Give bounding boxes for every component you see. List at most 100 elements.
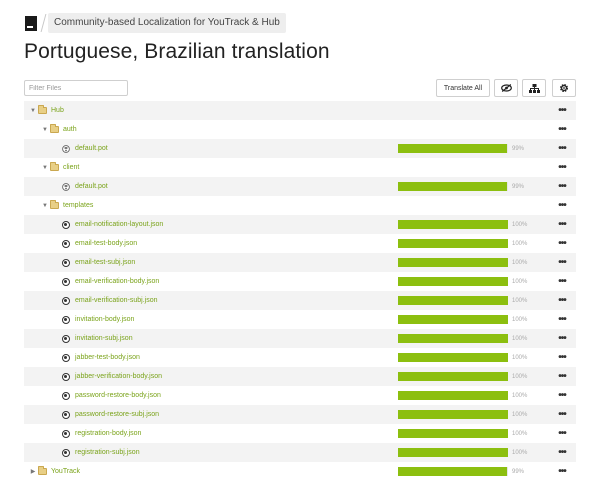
- folder-name[interactable]: auth: [63, 126, 77, 133]
- page-title: Portuguese, Brazilian translation: [24, 40, 330, 63]
- translation-progress-bar: [398, 467, 508, 476]
- progress-bar-fill: [398, 391, 508, 400]
- progress-bar-fill: [398, 372, 508, 381]
- progress-percent: 100%: [512, 449, 528, 456]
- tree-file-row[interactable]: default.pot 99% •••: [24, 139, 576, 158]
- file-name-link[interactable]: email-test-subj.json: [75, 259, 135, 266]
- progress-bar-fill: [398, 296, 508, 305]
- more-actions-button[interactable]: •••: [556, 200, 568, 211]
- file-name-link[interactable]: password-restore-body.json: [75, 392, 161, 399]
- tree-file-row[interactable]: registration-body.json 100% •••: [24, 424, 576, 443]
- translation-progress-bar: [398, 315, 508, 324]
- tree-file-row[interactable]: jabber-verification-body.json 100% •••: [24, 367, 576, 386]
- tree-folder-row[interactable]: ▼ Hub •••: [24, 101, 576, 120]
- filter-files-input[interactable]: [24, 80, 128, 96]
- breadcrumb-project-link[interactable]: Community-based Localization for YouTrac…: [48, 13, 286, 33]
- translation-progress-bar: [398, 391, 508, 400]
- tree-file-row[interactable]: invitation-body.json 100% •••: [24, 310, 576, 329]
- collapse-arrow-icon[interactable]: ▼: [41, 164, 49, 172]
- settings-button[interactable]: [552, 79, 576, 97]
- collapse-arrow-icon[interactable]: ▼: [41, 202, 49, 210]
- tree-folder-row[interactable]: ▼ auth •••: [24, 120, 576, 139]
- tree-folder-row[interactable]: ▶ YouTrack 99% •••: [24, 462, 576, 481]
- collapse-arrow-icon[interactable]: ▼: [29, 107, 37, 115]
- more-actions-button[interactable]: •••: [556, 238, 568, 249]
- gear-icon: [559, 83, 569, 93]
- folder-name[interactable]: YouTrack: [51, 468, 80, 475]
- file-name-link[interactable]: email-verification-subj.json: [75, 297, 157, 304]
- file-name-link[interactable]: email-test-body.json: [75, 240, 137, 247]
- tree-file-row[interactable]: default.pot 99% •••: [24, 177, 576, 196]
- tree-file-row[interactable]: email-notification-layout.json 100% •••: [24, 215, 576, 234]
- more-actions-button[interactable]: •••: [556, 162, 568, 173]
- json-file-icon: [62, 220, 70, 229]
- file-name-link[interactable]: default.pot: [75, 145, 108, 152]
- file-name-link[interactable]: jabber-verification-body.json: [75, 373, 162, 380]
- progress-bar-fill: [398, 467, 507, 476]
- translation-progress-bar: [398, 277, 508, 286]
- folder-name[interactable]: templates: [63, 202, 93, 209]
- file-name-link[interactable]: email-verification-body.json: [75, 278, 159, 285]
- progress-percent: 99%: [512, 183, 525, 190]
- translation-progress-bar: [398, 429, 508, 438]
- translate-all-button[interactable]: Translate All: [436, 79, 490, 97]
- breadcrumb-separator: [40, 14, 47, 32]
- more-actions-button[interactable]: •••: [556, 276, 568, 287]
- more-actions-button[interactable]: •••: [556, 409, 568, 420]
- tree-file-row[interactable]: email-test-subj.json 100% •••: [24, 253, 576, 272]
- file-name-link[interactable]: email-notification-layout.json: [75, 221, 163, 228]
- more-actions-button[interactable]: •••: [556, 466, 568, 477]
- folder-name[interactable]: Hub: [51, 107, 64, 114]
- more-actions-button[interactable]: •••: [556, 219, 568, 230]
- app-logo-icon[interactable]: [25, 15, 37, 31]
- json-file-icon: [62, 258, 70, 267]
- hide-completed-button[interactable]: [494, 79, 518, 97]
- more-actions-button[interactable]: •••: [556, 295, 568, 306]
- tree-folder-row[interactable]: ▼ client •••: [24, 158, 576, 177]
- file-name-link[interactable]: registration-body.json: [75, 430, 141, 437]
- more-actions-button[interactable]: •••: [556, 143, 568, 154]
- gettext-file-icon: [62, 144, 70, 153]
- file-name-link[interactable]: password-restore-subj.json: [75, 411, 159, 418]
- more-actions-button[interactable]: •••: [556, 371, 568, 382]
- hierarchy-icon: [528, 83, 540, 93]
- json-file-icon: [62, 296, 70, 305]
- tree-file-row[interactable]: jabber-test-body.json 100% •••: [24, 348, 576, 367]
- tree-file-row[interactable]: email-test-body.json 100% •••: [24, 234, 576, 253]
- more-actions-button[interactable]: •••: [556, 333, 568, 344]
- file-name-link[interactable]: default.pot: [75, 183, 108, 190]
- tree-view-button[interactable]: [522, 79, 546, 97]
- tree-folder-row[interactable]: ▼ templates •••: [24, 196, 576, 215]
- more-actions-button[interactable]: •••: [556, 428, 568, 439]
- more-actions-button[interactable]: •••: [556, 390, 568, 401]
- tree-file-row[interactable]: invitation-subj.json 100% •••: [24, 329, 576, 348]
- progress-bar-fill: [398, 353, 508, 362]
- json-file-icon: [62, 315, 70, 324]
- file-name-link[interactable]: jabber-test-body.json: [75, 354, 140, 361]
- tree-file-row[interactable]: email-verification-body.json 100% •••: [24, 272, 576, 291]
- collapse-arrow-icon[interactable]: ▼: [41, 126, 49, 134]
- more-actions-button[interactable]: •••: [556, 257, 568, 268]
- progress-percent: 100%: [512, 240, 528, 247]
- folder-icon: [50, 124, 59, 133]
- more-actions-button[interactable]: •••: [556, 447, 568, 458]
- progress-percent: 100%: [512, 259, 528, 266]
- translation-progress-bar: [398, 258, 508, 267]
- tree-file-row[interactable]: password-restore-subj.json 100% •••: [24, 405, 576, 424]
- file-name-link[interactable]: registration-subj.json: [75, 449, 140, 456]
- json-file-icon: [62, 429, 70, 438]
- tree-file-row[interactable]: registration-subj.json 100% •••: [24, 443, 576, 462]
- tree-file-row[interactable]: email-verification-subj.json 100% •••: [24, 291, 576, 310]
- file-name-link[interactable]: invitation-body.json: [75, 316, 134, 323]
- more-actions-button[interactable]: •••: [556, 105, 568, 116]
- more-actions-button[interactable]: •••: [556, 314, 568, 325]
- folder-icon: [38, 105, 47, 114]
- translation-progress-bar: [398, 353, 508, 362]
- more-actions-button[interactable]: •••: [556, 352, 568, 363]
- expand-arrow-icon[interactable]: ▶: [29, 468, 37, 476]
- file-name-link[interactable]: invitation-subj.json: [75, 335, 133, 342]
- more-actions-button[interactable]: •••: [556, 181, 568, 192]
- tree-file-row[interactable]: password-restore-body.json 100% •••: [24, 386, 576, 405]
- folder-name[interactable]: client: [63, 164, 79, 171]
- more-actions-button[interactable]: •••: [556, 124, 568, 135]
